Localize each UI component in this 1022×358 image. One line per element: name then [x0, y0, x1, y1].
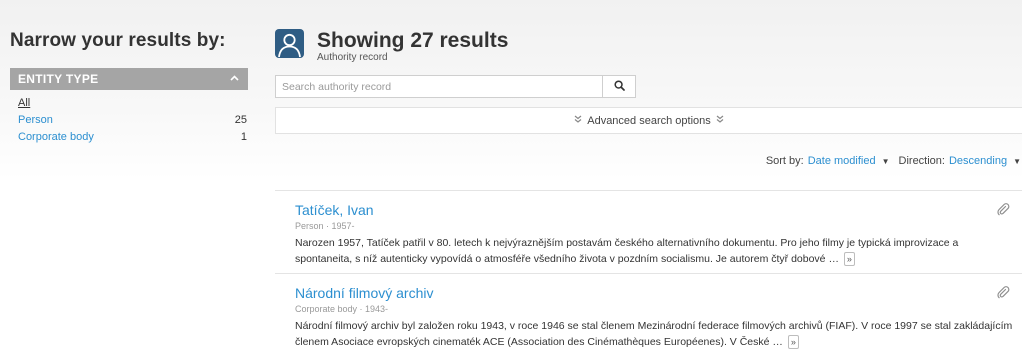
facet-list: All Person 25 Corporate body 1 [10, 90, 248, 145]
result-description-text: Narozen 1957, Tatíček patřil v 80. letec… [295, 237, 959, 265]
direction-dropdown[interactable]: Descending [949, 155, 1007, 167]
facet-item-person[interactable]: Person 25 [10, 111, 248, 128]
results-list: Tatíček, Ivan Person · 1957- Narozen 195… [275, 190, 1022, 356]
expand-button[interactable]: » [787, 335, 799, 350]
facet-item-count: 25 [234, 113, 247, 126]
page-title: Showing 27 results [317, 29, 509, 52]
result-meta: Corporate body · 1943- [295, 304, 389, 314]
sort-by-dropdown[interactable]: Date modified [808, 155, 876, 167]
result-title-link[interactable]: Národní filmový archiv [295, 285, 1012, 302]
double-chevron-down-icon [574, 115, 582, 126]
header-text: Showing 27 results Authority record [317, 29, 508, 63]
chevron-up-icon [230, 73, 239, 84]
facet-item-label: Corporate body [18, 130, 94, 143]
result-item: Tatíček, Ivan Person · 1957- Narozen 195… [275, 190, 1022, 273]
sidebar: Narrow your results by: Entity type All … [10, 30, 248, 145]
result-item: Národní filmový archiv Corporate body · … [275, 273, 1022, 356]
result-description: Národní filmový archiv byl založen roku … [295, 318, 1015, 350]
caret-down-icon: ▼ [1013, 156, 1021, 166]
page-subtitle: Authority record [317, 52, 388, 63]
search-icon [613, 78, 625, 96]
facet-item-corporate-body[interactable]: Corporate body 1 [10, 128, 248, 145]
results-header: Showing 27 results Authority record [275, 29, 508, 63]
direction-label: Direction: [898, 155, 945, 167]
search-button[interactable] [603, 75, 636, 98]
result-meta: Person · 1957- [295, 221, 355, 231]
facet-item-count: 1 [240, 130, 247, 143]
facet-header-entity-type[interactable]: Entity type [10, 68, 248, 90]
advanced-search-label: Advanced search options [587, 114, 711, 127]
person-icon [275, 29, 304, 58]
facet-header-label: Entity type [18, 72, 99, 86]
result-title-link[interactable]: Tatíček, Ivan [295, 202, 1012, 219]
facet-item-label: All [18, 96, 31, 109]
sort-controls: Sort by: Date modified ▼ Direction: Desc… [766, 155, 1022, 167]
sort-label: Sort by: [765, 155, 804, 167]
expand-button[interactable]: » [843, 252, 855, 267]
advanced-search-toggle[interactable]: Advanced search options [275, 107, 1022, 134]
paperclip-icon[interactable] [996, 202, 1010, 221]
double-chevron-down-icon [716, 115, 724, 126]
facet-item-label: Person [18, 113, 53, 126]
paperclip-icon[interactable] [996, 285, 1010, 304]
search-input[interactable] [275, 75, 603, 98]
result-description: Narozen 1957, Tatíček patřil v 80. letec… [295, 235, 1015, 267]
result-description-text: Národní filmový archiv byl založen roku … [295, 320, 1013, 348]
caret-down-icon: ▼ [881, 156, 890, 166]
facet-item-all[interactable]: All [10, 94, 248, 111]
search-bar [275, 75, 636, 98]
sidebar-title: Narrow your results by: [10, 30, 226, 51]
